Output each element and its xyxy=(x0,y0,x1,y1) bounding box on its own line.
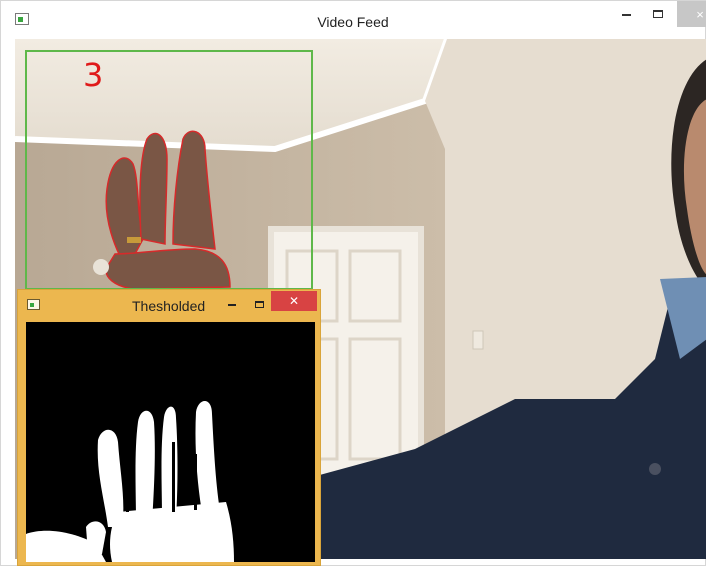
binary-hand-mask xyxy=(26,322,315,562)
window-title: Video Feed xyxy=(317,14,389,30)
thresholded-window-title: Thesholded xyxy=(132,298,206,314)
maximize-button[interactable] xyxy=(645,1,671,27)
threshold-mask-image xyxy=(26,322,315,562)
maximize-button[interactable] xyxy=(250,295,268,313)
video-feed-titlebar[interactable]: Video Feed × xyxy=(1,1,706,39)
app-window-icon[interactable] xyxy=(27,299,40,310)
hand-detection-box xyxy=(25,50,313,290)
thresholded-window: Thesholded ✕ xyxy=(17,289,321,566)
minimize-button[interactable] xyxy=(223,296,241,314)
minimize-button[interactable] xyxy=(613,1,639,27)
close-button[interactable]: ✕ xyxy=(271,291,317,311)
close-button[interactable]: × xyxy=(677,1,706,27)
thresholded-titlebar[interactable]: Thesholded ✕ xyxy=(18,290,320,321)
finger-count-label: 3 xyxy=(83,56,104,94)
